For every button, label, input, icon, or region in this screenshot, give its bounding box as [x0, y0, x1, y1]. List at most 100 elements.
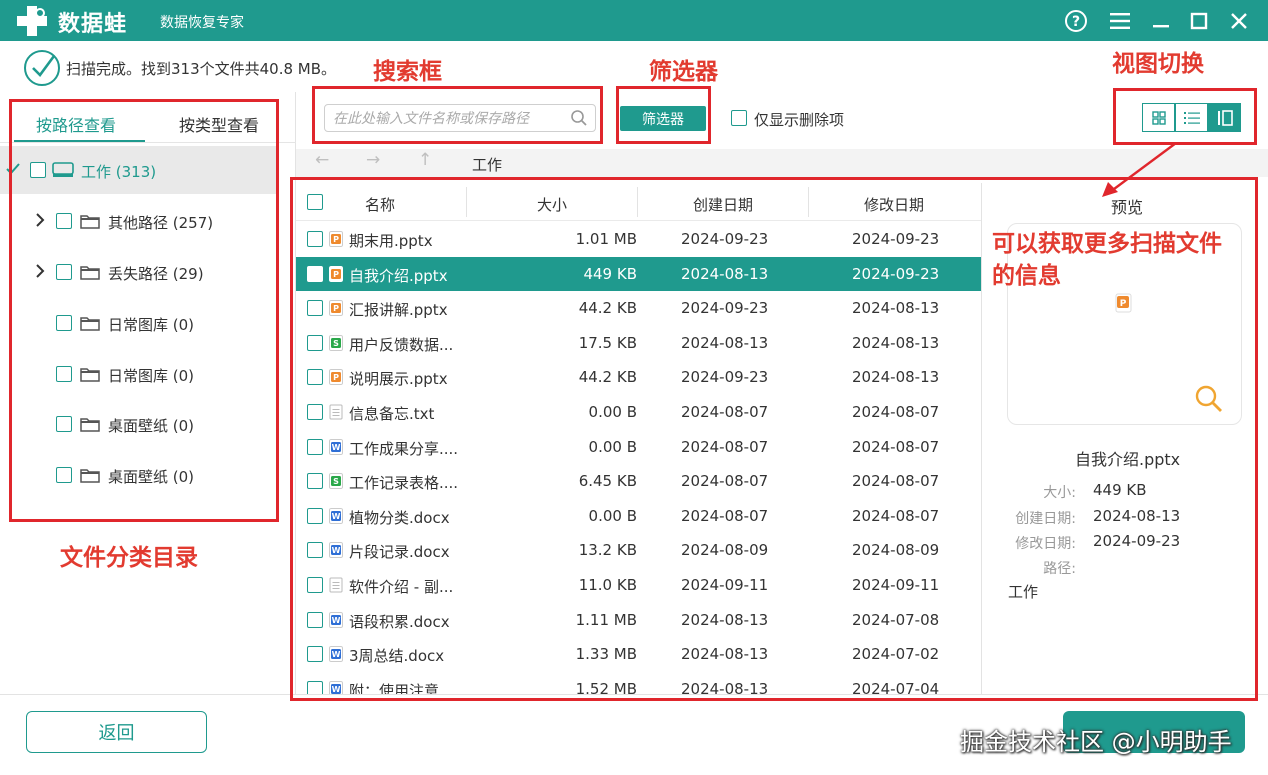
file-modified-date: 2024-09-23	[852, 230, 940, 248]
svg-text:W: W	[332, 546, 341, 555]
preview-size-value: 449 KB	[1093, 481, 1147, 499]
annotation-search: 搜索框	[373, 59, 442, 85]
tree-item-root[interactable]: 工作 (313)	[0, 146, 276, 194]
only-deleted-checkbox[interactable]	[731, 110, 747, 126]
file-name: 汇报讲解.pptx	[349, 301, 448, 320]
maximize-icon[interactable]	[1184, 6, 1214, 36]
file-modified-date: 2024-09-23	[852, 264, 940, 283]
preview-modified-label: 修改日期:	[1015, 536, 1076, 552]
table-row[interactable]: S 工作记录表格.... 6.45 KB 2024-08-07 2024-08-07	[296, 464, 981, 498]
row-checkbox[interactable]	[307, 334, 323, 351]
table-row[interactable]: S 用户反馈数据... 17.5 KB 2024-08-13 2024-08-13	[296, 326, 981, 360]
tree-checkbox[interactable]	[56, 264, 72, 280]
doc-file-icon: W	[329, 646, 343, 663]
file-size: 44.2 KB	[578, 368, 637, 387]
row-checkbox[interactable]	[307, 507, 323, 524]
table-row[interactable]: W 工作成果分享.... 0.00 B 2024-08-07 2024-08-07	[296, 430, 981, 464]
file-created-date: 2024-08-07	[681, 506, 769, 525]
file-name: 附：使用注意...	[349, 681, 454, 694]
preview-path-value: 工作	[1008, 583, 1039, 601]
table-row[interactable]: P 说明展示.pptx 44.2 KB 2024-09-23 2024-08-13	[296, 360, 981, 394]
file-name: 说明展示.pptx	[349, 370, 448, 389]
grid-view-icon[interactable]	[1142, 103, 1175, 132]
search-box[interactable]	[324, 104, 596, 132]
row-checkbox[interactable]	[307, 404, 323, 420]
row-checkbox[interactable]	[307, 369, 323, 386]
annotation-arrow-icon	[1102, 142, 1177, 197]
up-arrow-icon[interactable]: ↑	[418, 150, 432, 170]
row-checkbox[interactable]	[307, 577, 323, 593]
tree-checkbox[interactable]	[30, 162, 46, 178]
list-view-icon[interactable]	[1175, 103, 1208, 132]
tree-item-gallery[interactable]: 日常图库 (0)	[0, 303, 276, 343]
tree-item-wallpaper[interactable]: 桌面壁纸 (0)	[0, 404, 276, 444]
column-header-created[interactable]: 创建日期	[693, 194, 753, 215]
table-row[interactable]: W 3周总结.docx 1.33 MB 2024-08-13 2024-07-02	[296, 637, 981, 671]
forward-arrow-icon[interactable]: →	[366, 150, 380, 170]
table-row[interactable]: 信息备忘.txt 0.00 B 2024-08-07 2024-08-07	[296, 395, 981, 429]
zoom-icon[interactable]	[1194, 384, 1224, 414]
tree-checkbox[interactable]	[56, 315, 72, 331]
tab-by-type[interactable]: 按类型查看	[179, 112, 259, 136]
minimize-icon[interactable]	[1146, 6, 1176, 36]
tree-item-gallery[interactable]: 日常图库 (0)	[0, 354, 276, 394]
tree-checkbox[interactable]	[56, 416, 72, 432]
file-modified-date: 2024-08-13	[852, 368, 940, 387]
table-row[interactable]: W 附：使用注意... 1.52 MB 2024-08-13 2024-07-04	[296, 672, 981, 694]
table-row[interactable]: 软件介绍 - 副... 11.0 KB 2024-09-11 2024-09-11	[296, 568, 981, 602]
table-row[interactable]: P 自我介绍.pptx 449 KB 2024-08-13 2024-09-23	[296, 256, 981, 291]
txt-file-icon	[329, 577, 343, 593]
doc-file-icon: W	[329, 680, 343, 694]
file-name: 语段积累.docx	[349, 612, 450, 631]
tree-checkbox[interactable]	[56, 213, 72, 229]
table-header: 名称 大小 创建日期 修改日期	[296, 183, 981, 221]
row-checkbox[interactable]	[307, 680, 323, 694]
folder-icon	[80, 215, 100, 229]
row-checkbox[interactable]	[307, 300, 323, 317]
row-checkbox[interactable]	[307, 438, 323, 455]
file-created-date: 2024-08-13	[681, 333, 769, 352]
row-checkbox[interactable]	[307, 611, 323, 628]
file-created-date: 2024-08-07	[681, 472, 769, 491]
file-size: 17.5 KB	[578, 333, 637, 352]
row-checkbox[interactable]	[307, 265, 323, 282]
back-button[interactable]: 返回	[26, 711, 207, 753]
bottom-divider	[0, 694, 1268, 695]
file-size: 1.33 MB	[575, 645, 637, 664]
file-name: 片段记录.docx	[349, 543, 450, 562]
back-arrow-icon[interactable]: ←	[315, 150, 329, 170]
file-name: 自我介绍.pptx	[349, 266, 448, 285]
column-header-size[interactable]: 大小	[537, 194, 567, 215]
table-row[interactable]: P 汇报讲解.pptx 44.2 KB 2024-09-23 2024-08-13	[296, 291, 981, 325]
preview-created-label: 创建日期:	[1015, 511, 1076, 527]
file-name: 工作成果分享....	[349, 439, 459, 458]
column-header-name[interactable]: 名称	[365, 194, 395, 215]
doc-file-icon: W	[329, 438, 343, 455]
chevron-right-icon[interactable]	[35, 212, 45, 228]
chevron-right-icon[interactable]	[35, 263, 45, 279]
search-icon[interactable]	[570, 109, 588, 127]
tree-item-lost-paths[interactable]: 丢失路径 (29)	[0, 252, 276, 292]
svg-text:W: W	[332, 512, 341, 521]
row-checkbox[interactable]	[307, 542, 323, 559]
menu-icon[interactable]	[1105, 6, 1135, 36]
close-icon[interactable]	[1224, 6, 1254, 36]
select-all-checkbox[interactable]	[307, 194, 323, 210]
row-checkbox[interactable]	[307, 231, 323, 247]
tree-item-wallpaper[interactable]: 桌面壁纸 (0)	[0, 455, 276, 495]
help-icon[interactable]: ?	[1061, 6, 1091, 36]
table-row[interactable]: P 期末用.pptx 1.01 MB 2024-09-23 2024-09-23	[296, 222, 981, 256]
search-input[interactable]	[333, 109, 563, 129]
table-row[interactable]: W 语段积累.docx 1.11 MB 2024-08-13 2024-07-08	[296, 603, 981, 637]
column-header-modified[interactable]: 修改日期	[864, 194, 924, 215]
tree-checkbox[interactable]	[56, 366, 72, 382]
tree-item-other-paths[interactable]: 其他路径 (257)	[0, 201, 276, 241]
detail-view-icon[interactable]	[1208, 103, 1241, 132]
tab-by-path[interactable]: 按路径查看	[36, 112, 116, 136]
table-row[interactable]: W 植物分类.docx 0.00 B 2024-08-07 2024-08-07	[296, 499, 981, 533]
row-checkbox[interactable]	[307, 646, 323, 663]
row-checkbox[interactable]	[307, 473, 323, 490]
tree-checkbox[interactable]	[56, 467, 72, 483]
table-row[interactable]: W 片段记录.docx 13.2 KB 2024-08-09 2024-08-09	[296, 533, 981, 567]
filter-button[interactable]: 筛选器	[620, 106, 706, 131]
